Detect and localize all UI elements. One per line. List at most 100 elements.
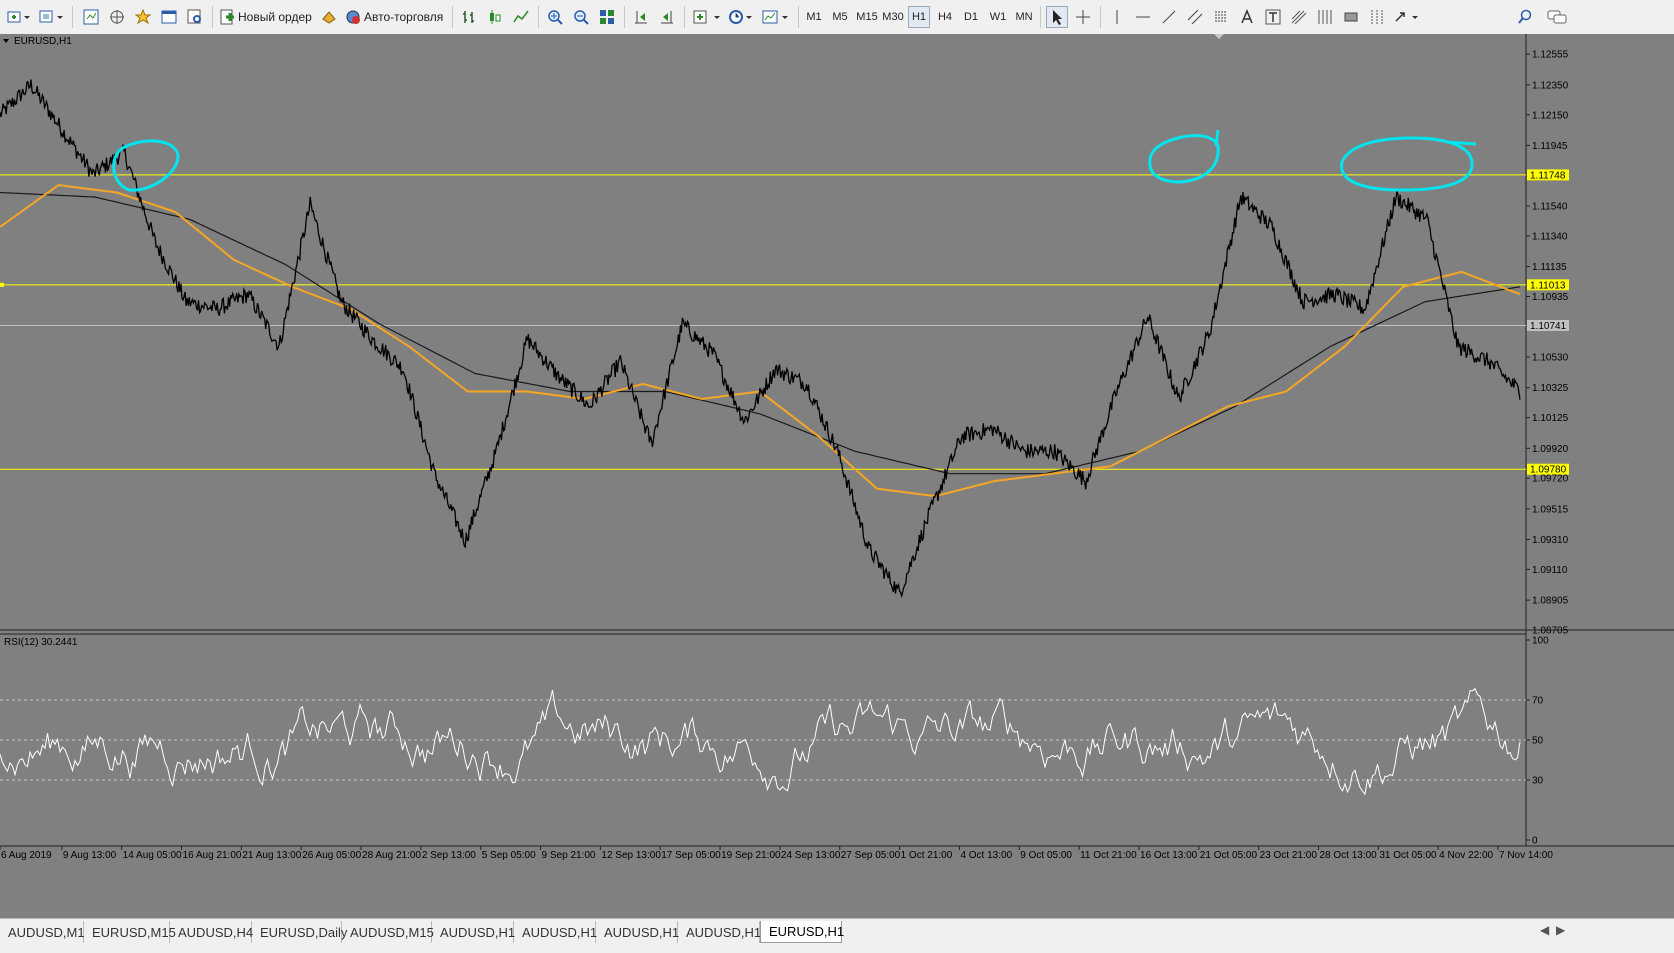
time-tick-label: 23 Oct 21:00 [1260, 850, 1318, 861]
tile-windows-icon[interactable] [596, 6, 618, 28]
andrews-pitchfork-icon[interactable] [1288, 6, 1310, 28]
autotrade-label: Авто-торговля [364, 10, 444, 24]
rsi-tick-label: 50 [1532, 736, 1544, 747]
time-tick-label: 4 Nov 22:00 [1439, 850, 1493, 861]
time-tick-label: 26 Aug 05:00 [302, 850, 361, 861]
timeframe-w1[interactable]: W1 [986, 6, 1010, 28]
tabs-scroll-left-icon[interactable]: ◀ [1540, 923, 1549, 937]
periods-icon[interactable] [726, 6, 756, 28]
timeframe-h4[interactable]: H4 [934, 6, 956, 28]
price-tick-label: 1.09515 [1532, 504, 1569, 515]
annotation-circle-middle [1148, 129, 1220, 184]
candles-icon[interactable] [484, 6, 506, 28]
time-tick-label: 27 Sep 05:00 [841, 850, 901, 861]
time-tick-label: 16 Aug 21:00 [183, 850, 242, 861]
arrows-icon[interactable] [1392, 6, 1424, 28]
tab-label: AUDUSD,H1 [604, 924, 680, 940]
time-tick-label: 2 Sep 13:00 [422, 850, 476, 861]
tab-label: AUDUSD,M15 [350, 924, 434, 940]
time-tick-label: 6 Aug 2019 [1, 850, 52, 861]
level-tag-label: 1.11748 [1530, 170, 1566, 181]
zoom-in-icon[interactable] [544, 6, 566, 28]
tab-label: AUDUSD,M1 [8, 924, 85, 940]
text-label-icon[interactable] [1262, 6, 1284, 28]
fibonacci-icon[interactable] [1210, 6, 1232, 28]
level-handle[interactable] [0, 282, 4, 287]
tab-audusd-h4[interactable]: AUDUSD,H4 [170, 921, 253, 943]
chat-icon[interactable] [1544, 6, 1570, 28]
price-tick-label: 1.11945 [1532, 141, 1568, 152]
price-tick-label: 1.12555 [1532, 50, 1569, 61]
crosshair-icon[interactable] [1072, 6, 1094, 28]
chart-window[interactable]: 1.11748 1.11013 1.10741 1.09780 1.12555 1.12… [0, 34, 1674, 918]
tab-audusd-m15[interactable]: AUDUSD,M15 [342, 921, 434, 943]
tab-audusd-h1[interactable]: AUDUSD,H1 [596, 921, 680, 943]
equidistant-channel-icon[interactable] [1184, 6, 1206, 28]
rectangle-icon[interactable] [1340, 6, 1362, 28]
symbol-label: EURUSD,H1 [14, 36, 72, 47]
profiles-icon[interactable] [36, 6, 66, 28]
autoscroll-icon[interactable] [630, 6, 652, 28]
price-tick-label: 1.12350 [1532, 80, 1569, 91]
timeframe-m15[interactable]: M15 [854, 6, 880, 28]
price-tick-label: 1.10325 [1532, 383, 1569, 394]
vertical-line-icon[interactable] [1106, 6, 1128, 28]
favorites-icon[interactable] [132, 6, 154, 28]
search-icon[interactable] [1514, 6, 1536, 28]
new-chart-icon[interactable] [4, 6, 32, 28]
cycle-lines-icon[interactable] [1366, 6, 1388, 28]
data-window-icon[interactable] [158, 6, 180, 28]
cursor-icon[interactable] [1046, 6, 1068, 28]
tester-icon[interactable] [184, 6, 206, 28]
timeframe-mn[interactable]: MN [1012, 6, 1036, 28]
timeframe-m30-label: M30 [882, 11, 904, 23]
chart-shift-icon[interactable] [656, 6, 678, 28]
zoom-out-icon[interactable] [570, 6, 592, 28]
chart-canvas[interactable]: 1.117481.110131.107411.09780 1.12555 1.12… [0, 34, 1674, 918]
tab-eurusd-m15[interactable]: EURUSD,M15 [84, 921, 176, 943]
time-tick-label: 21 Oct 05:00 [1200, 850, 1258, 861]
tabs-scroll-right-icon[interactable]: ▶ [1556, 923, 1565, 937]
line-chart-icon[interactable] [510, 6, 532, 28]
price-line [0, 79, 1521, 599]
time-tick-label: 28 Oct 13:00 [1319, 850, 1377, 861]
level-tag-label: 1.10741 [1530, 321, 1567, 332]
chart-menu-arrow-icon[interactable] [3, 39, 9, 43]
time-tick-label: 14 Aug 05:00 [123, 850, 182, 861]
market-watch-icon[interactable] [80, 6, 102, 28]
autotrade-button[interactable]: Авто-торговля [344, 6, 448, 28]
time-tick-label: 1 Oct 21:00 [901, 850, 953, 861]
tab-audusd-h1[interactable]: AUDUSD,H1 [678, 921, 761, 943]
timeframe-m30[interactable]: M30 [880, 6, 906, 28]
annotation-circle-right [1340, 136, 1477, 192]
timeframe-m5[interactable]: M5 [828, 6, 852, 28]
horizontal-line-icon[interactable] [1132, 6, 1154, 28]
timeframe-m1[interactable]: M1 [802, 6, 826, 28]
gann-icon[interactable] [1314, 6, 1336, 28]
templates-icon[interactable] [760, 6, 792, 28]
time-tick-label: 12 Sep 13:00 [601, 850, 661, 861]
tab-eurusd-h1[interactable]: EURUSD,H1 [760, 921, 844, 943]
bar-chart-icon[interactable] [458, 6, 480, 28]
indicator-label: RSI(12) 30.2441 [4, 637, 78, 648]
indicators-icon[interactable] [690, 6, 724, 28]
timeframe-d1[interactable]: D1 [960, 6, 982, 28]
text-icon[interactable] [1236, 6, 1258, 28]
chart-tabs-bar: AUDUSD,M1 EURUSD,M15 AUDUSD,H4 EURUSD,Da… [0, 918, 1674, 953]
rsi-tick-label: 100 [1532, 636, 1549, 647]
navigator-icon[interactable] [106, 6, 128, 28]
trendline-icon[interactable] [1158, 6, 1180, 28]
metaeditor-icon[interactable] [318, 6, 340, 28]
price-tick-label: 1.09310 [1532, 535, 1569, 546]
timeframe-h1[interactable]: H1 [908, 6, 930, 28]
levels-layer: 1.117481.110131.107411.09780 [0, 169, 1569, 476]
toolbar: Новый ордер Авто-торговля M1 M5 M15 M30 … [0, 0, 1674, 35]
tab-audusd-h1[interactable]: AUDUSD,H1 [432, 921, 515, 943]
time-axis: 6 Aug 2019 9 Aug 13:00 14 Aug 05:00 16 Aug … [0, 846, 1553, 861]
tab-label: AUDUSD,H1 [522, 924, 598, 940]
tab-audusd-m1[interactable]: AUDUSD,M1 [0, 921, 85, 943]
tab-eurusd-daily[interactable]: EURUSD,Daily [252, 921, 347, 943]
time-tick-label: 9 Sep 21:00 [542, 850, 596, 861]
time-tick-label: 17 Sep 05:00 [661, 850, 721, 861]
tab-audusd-h1[interactable]: AUDUSD,H1 [514, 921, 598, 943]
